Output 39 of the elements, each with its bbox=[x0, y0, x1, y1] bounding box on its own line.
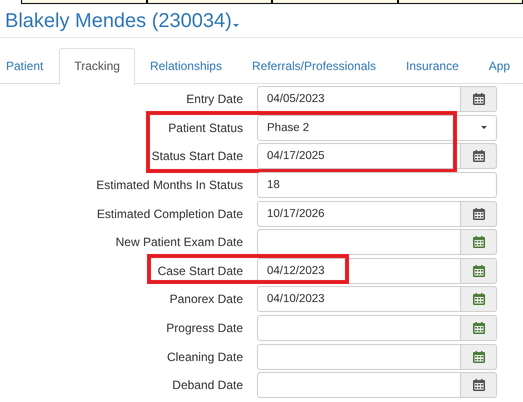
patient-title[interactable]: Blakely Mendes (230034) bbox=[5, 10, 232, 33]
date-field[interactable]: 04/05/2023 bbox=[257, 86, 461, 112]
calendar-button[interactable] bbox=[461, 344, 497, 370]
date-field[interactable]: 10/17/2026 bbox=[257, 200, 461, 227]
field-label: Progress Date bbox=[165, 321, 244, 336]
calendar-button[interactable] bbox=[461, 143, 497, 170]
field-label: Estimated Completion Date bbox=[96, 206, 244, 221]
field-label: Case Start Date bbox=[156, 264, 244, 278]
field-label: Cleaning Date bbox=[166, 350, 244, 364]
field-label: Deband Date bbox=[171, 378, 244, 392]
tab[interactable]: Referrals/Professionals bbox=[236, 48, 392, 83]
date-field[interactable]: 04/17/2025 bbox=[257, 143, 461, 170]
tab[interactable]: App bbox=[474, 48, 523, 83]
date-field[interactable] bbox=[257, 344, 461, 370]
calendar-button[interactable] bbox=[461, 372, 497, 398]
months-field[interactable]: 18 bbox=[257, 172, 497, 198]
caret-icon[interactable] bbox=[232, 24, 239, 27]
date-field[interactable]: 04/12/2023 bbox=[257, 258, 461, 284]
field-label: New Patient Exam Date bbox=[114, 235, 244, 250]
calendar-button[interactable] bbox=[461, 86, 497, 112]
date-field[interactable] bbox=[257, 372, 461, 398]
calendar-button[interactable] bbox=[461, 315, 497, 342]
calendar-button[interactable] bbox=[461, 229, 497, 256]
date-field[interactable]: 04/10/2023 bbox=[257, 286, 461, 312]
field-label: Panorex Date bbox=[168, 292, 244, 306]
calendar-button[interactable] bbox=[461, 258, 497, 284]
field-label: Status Start Date bbox=[150, 149, 244, 164]
date-field[interactable] bbox=[257, 229, 461, 256]
field-label: Patient Status bbox=[167, 120, 244, 135]
tab[interactable]: Tracking bbox=[59, 48, 135, 85]
calendar-button[interactable] bbox=[461, 200, 497, 227]
status-dropdown[interactable]: Phase 2 bbox=[257, 114, 497, 141]
calendar-button[interactable] bbox=[461, 286, 497, 312]
tab[interactable]: Insurance bbox=[391, 48, 474, 83]
field-label: Entry Date bbox=[185, 92, 244, 106]
field-label: Estimated Months In Status bbox=[95, 178, 244, 192]
tab[interactable]: Patient bbox=[0, 48, 60, 83]
date-field[interactable] bbox=[257, 315, 461, 342]
tab[interactable]: Relationships bbox=[134, 48, 237, 83]
